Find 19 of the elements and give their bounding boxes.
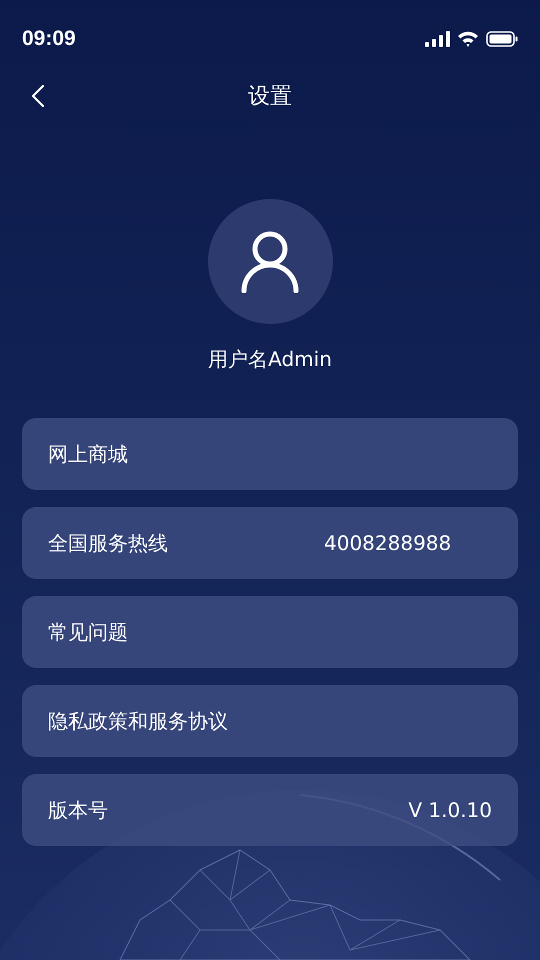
clock: 09:09 bbox=[22, 27, 76, 51]
battery-icon bbox=[486, 31, 518, 47]
row-label: 版本号 bbox=[48, 796, 108, 824]
settings-row[interactable]: 常见问题 bbox=[22, 596, 518, 668]
settings-row[interactable]: 隐私政策和服务协议 bbox=[22, 685, 518, 757]
settings-row[interactable]: 全国服务热线 4008288988 bbox=[22, 507, 518, 579]
wifi-icon bbox=[457, 31, 479, 47]
phone-number: 4008288988 bbox=[324, 531, 452, 555]
signal-icon bbox=[425, 31, 450, 47]
row-label: 网上商城 bbox=[48, 440, 128, 468]
row-label: 隐私政策和服务协议 bbox=[48, 708, 228, 734]
username: 用户名Admin bbox=[208, 346, 332, 373]
row-label: 常见问题 bbox=[48, 618, 128, 646]
page-title: 设置 bbox=[248, 83, 292, 111]
settings-row[interactable]: 网上商城 bbox=[22, 418, 518, 490]
settings-row[interactable]: 版本号 V 1.0.10 bbox=[22, 774, 518, 846]
user-icon bbox=[241, 230, 299, 292]
row-label: 全国服务热线 bbox=[48, 530, 168, 556]
version-value: V 1.0.10 bbox=[408, 798, 492, 822]
